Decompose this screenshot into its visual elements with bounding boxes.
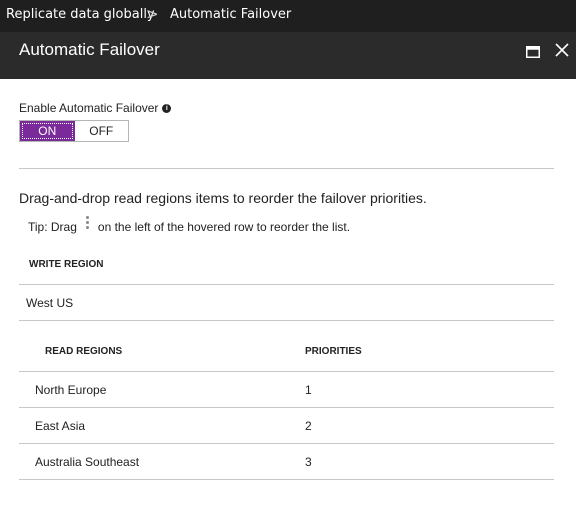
breadcrumb: Replicate data globally > Automatic Fail…	[0, 0, 576, 32]
tip-suffix: on the left of the hovered row to reorde…	[97, 219, 351, 234]
write-region-row: West US	[19, 285, 554, 320]
read-regions-header: READ REGIONS	[45, 346, 123, 357]
drag-handle-icon	[85, 216, 89, 231]
close-icon[interactable]	[555, 42, 571, 58]
read-region-row[interactable]: East Asia 2	[19, 408, 554, 444]
row-line	[19, 479, 554, 480]
read-region-name: East Asia	[35, 419, 86, 433]
read-region-row[interactable]: North Europe 1	[19, 372, 554, 408]
section-divider	[19, 168, 554, 169]
breadcrumb-current: Automatic Failover	[170, 7, 292, 22]
maximize-icon[interactable]	[526, 43, 542, 59]
page-title: Automatic Failover	[19, 40, 160, 59]
write-region-value: West US	[26, 296, 74, 310]
enable-failover-label: Enable Automatic Failover i	[19, 101, 172, 115]
read-region-name: Australia Southeast	[35, 455, 140, 469]
tip-prefix: Tip: Drag	[28, 219, 77, 234]
read-region-priority: 2	[305, 419, 312, 433]
write-row-line	[19, 320, 554, 321]
read-region-priority: 3	[305, 455, 312, 469]
blade-header: Automatic Failover	[0, 32, 576, 79]
enable-failover-text: Enable Automatic Failover	[19, 101, 159, 115]
read-region-row[interactable]: Australia Southeast 3	[19, 444, 554, 480]
write-region-header: WRITE REGION	[29, 259, 104, 270]
breadcrumb-separator: >	[146, 5, 159, 23]
reorder-instruction: Drag-and-drop read regions items to reor…	[19, 190, 427, 206]
toggle-off-button[interactable]: OFF	[74, 121, 128, 141]
tip-text: Tip: Drag on the left of the hovered row…	[28, 216, 351, 234]
priorities-header: PRIORITIES	[305, 346, 362, 357]
read-region-priority: 1	[305, 383, 312, 397]
toggle-on-button[interactable]: ON	[20, 121, 75, 141]
read-region-name: North Europe	[35, 383, 107, 397]
info-icon[interactable]: i	[162, 103, 172, 113]
failover-toggle[interactable]: ON OFF	[19, 120, 129, 142]
breadcrumb-link-replicate[interactable]: Replicate data globally	[6, 7, 155, 22]
